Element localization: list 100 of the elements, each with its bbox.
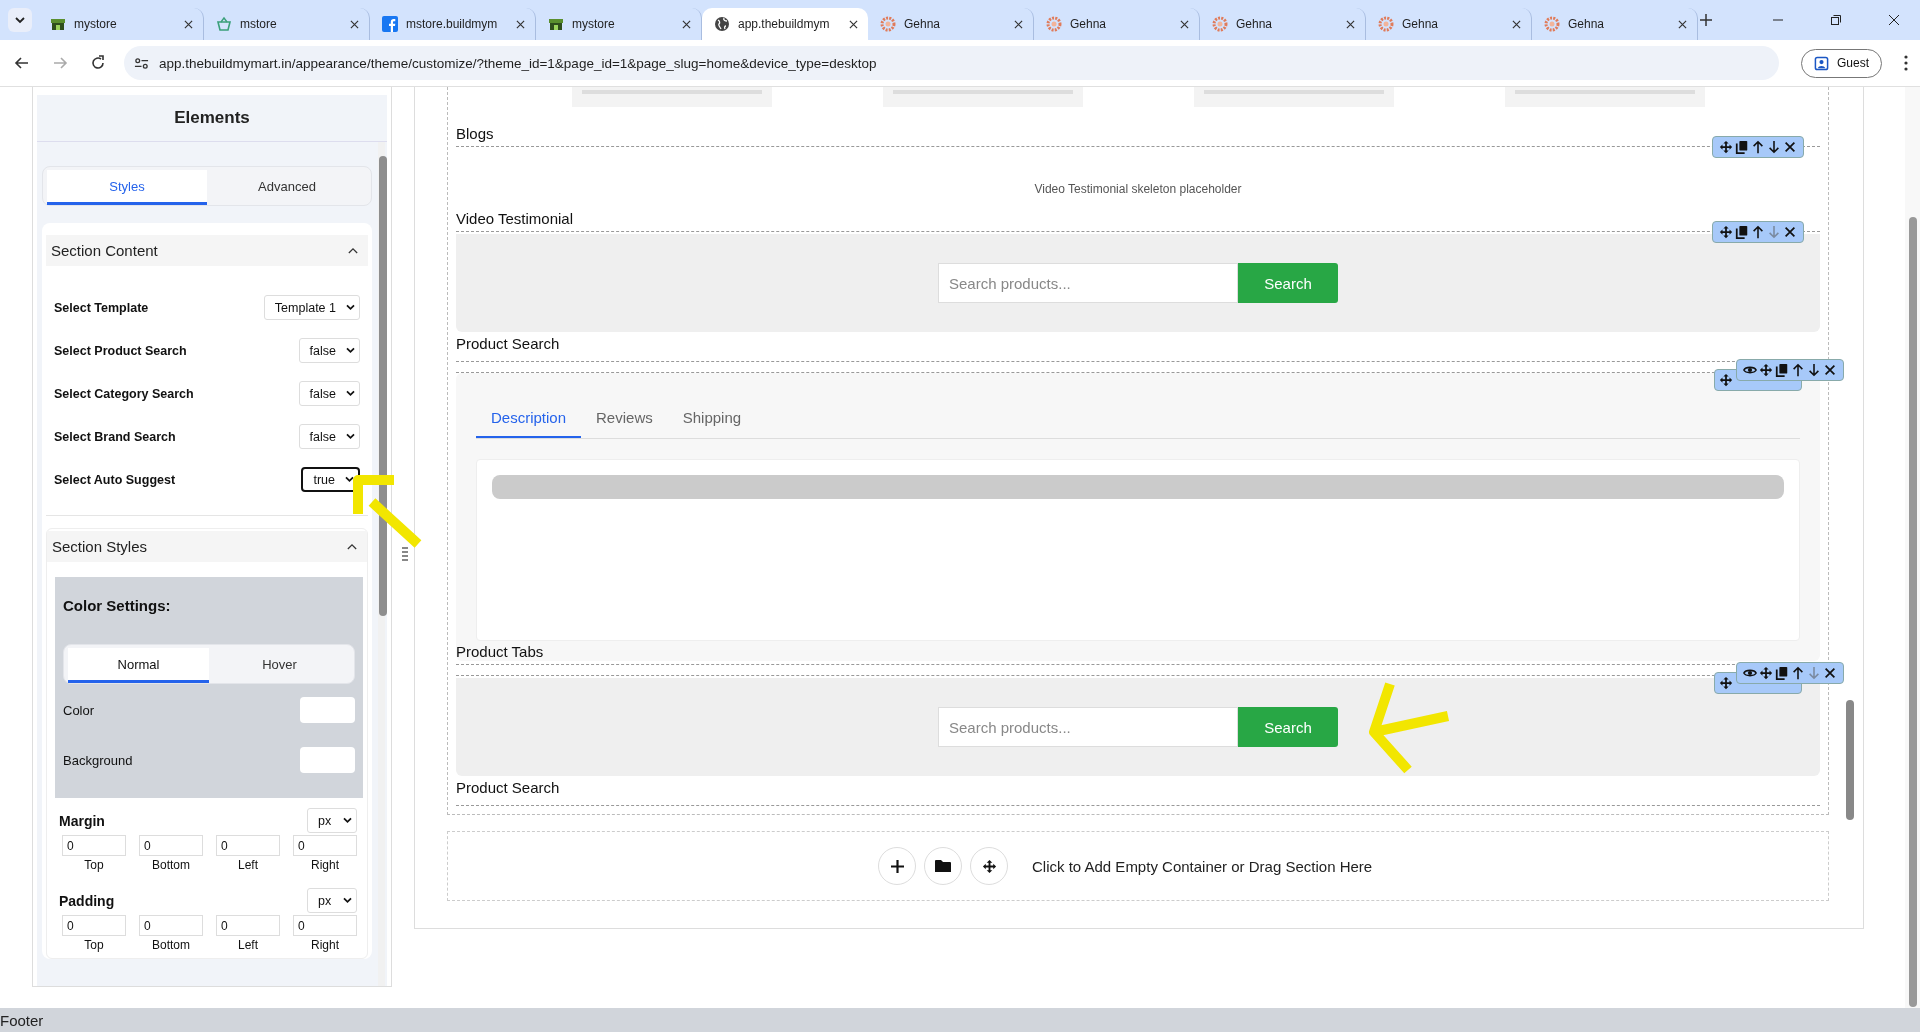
- field-label: Select Category Search: [54, 386, 194, 401]
- gear-icon: [1544, 16, 1560, 32]
- color-swatch[interactable]: [300, 747, 355, 773]
- product-tab[interactable]: Shipping: [667, 401, 757, 438]
- close-icon[interactable]: [1180, 19, 1189, 29]
- globe-icon: [714, 16, 730, 32]
- address-bar[interactable]: app.thebuildmymart.in/appearance/theme/customize/?theme_id=1&page_id=1&page_slug=home&device_type=desktop: [124, 46, 1779, 80]
- copy-icon[interactable]: [1775, 363, 1789, 377]
- select-dropdown[interactable]: false: [298, 381, 360, 406]
- input-field[interactable]: 0: [139, 835, 203, 856]
- arrow-down-icon[interactable]: [1767, 140, 1781, 154]
- scrollbar[interactable]: [378, 142, 385, 986]
- panel-tab[interactable]: Advanced: [207, 170, 367, 205]
- input-field[interactable]: 0: [62, 835, 126, 856]
- copy-icon[interactable]: [1735, 225, 1749, 239]
- section-header[interactable]: Section Content: [46, 235, 368, 266]
- close-icon[interactable]: [1014, 19, 1023, 29]
- close-icon[interactable]: [849, 19, 858, 29]
- browser-tab[interactable]: mystore: [38, 8, 204, 40]
- caret-icon: [14, 14, 26, 26]
- resize-handle[interactable]: [402, 547, 408, 561]
- move-icon[interactable]: [1719, 373, 1733, 387]
- field-label: Color: [63, 702, 95, 718]
- section-header[interactable]: Section Styles: [47, 531, 367, 562]
- back-icon[interactable]: [14, 55, 30, 71]
- close-icon[interactable]: [1823, 666, 1837, 680]
- field-label: Margin: [59, 812, 105, 829]
- move-icon[interactable]: [1759, 363, 1773, 377]
- move-icon[interactable]: [1719, 225, 1733, 239]
- section-label: Blogs: [456, 124, 495, 144]
- menu-icon[interactable]: [1904, 55, 1908, 71]
- search-field[interactable]: Search products...: [938, 263, 1238, 303]
- folder-button[interactable]: [924, 847, 962, 885]
- panel-tab[interactable]: Styles: [47, 170, 207, 205]
- side-label: Bottom: [152, 938, 190, 952]
- scrollbar[interactable]: [1905, 87, 1920, 1008]
- chevron-icon[interactable]: [348, 247, 358, 254]
- select-dropdown[interactable]: false: [298, 424, 360, 449]
- move-icon[interactable]: [1759, 666, 1773, 680]
- caret-icon: [346, 433, 355, 440]
- input-field[interactable]: 0: [139, 915, 203, 936]
- close-icon[interactable]: [1783, 225, 1797, 239]
- browser-tab[interactable]: Gehna: [1366, 8, 1532, 40]
- copy-icon[interactable]: [1735, 140, 1749, 154]
- close-icon[interactable]: [1888, 14, 1900, 26]
- copy-icon[interactable]: [1775, 666, 1789, 680]
- close-icon[interactable]: [1512, 19, 1521, 29]
- input-field[interactable]: 0: [293, 835, 357, 856]
- browser-tab[interactable]: app.thebuildmym: [702, 8, 868, 40]
- site-settings-icon[interactable]: [134, 55, 149, 71]
- move-icon[interactable]: [1719, 676, 1733, 690]
- browser-tab[interactable]: mstore.buildmym: [370, 8, 536, 40]
- close-icon[interactable]: [1783, 140, 1797, 154]
- close-icon[interactable]: [1678, 19, 1687, 29]
- reload-icon[interactable]: [90, 55, 106, 71]
- select-dropdown[interactable]: Template 1: [263, 295, 360, 320]
- side-label: Left: [238, 858, 258, 872]
- caret-icon: [345, 476, 354, 483]
- arrow-up-icon[interactable]: [1751, 140, 1765, 154]
- close-icon[interactable]: [350, 19, 359, 29]
- input-field[interactable]: 0: [216, 835, 280, 856]
- state-tab[interactable]: Hover: [209, 648, 350, 683]
- arrow-up-icon[interactable]: [1791, 666, 1805, 680]
- input-field[interactable]: 0: [293, 915, 357, 936]
- unit-select[interactable]: px: [307, 888, 357, 913]
- close-icon[interactable]: [516, 19, 525, 29]
- new-tab-icon[interactable]: [1700, 14, 1712, 26]
- unit-select[interactable]: px: [307, 808, 357, 833]
- browser-tab[interactable]: Gehna: [1532, 8, 1698, 40]
- add-button[interactable]: [878, 847, 916, 885]
- close-icon[interactable]: [1346, 19, 1355, 29]
- add-container-text[interactable]: Click to Add Empty Container or Drag Section Here: [1032, 857, 1373, 875]
- input-field[interactable]: 0: [216, 915, 280, 936]
- input-field[interactable]: 0: [62, 915, 126, 936]
- plus-icon: [890, 859, 904, 873]
- arrow-up-icon[interactable]: [1791, 363, 1805, 377]
- browser-tab[interactable]: Gehna: [868, 8, 1034, 40]
- product-tab[interactable]: Reviews: [581, 401, 668, 438]
- storefront-icon: [548, 16, 564, 32]
- close-icon[interactable]: [1823, 363, 1837, 377]
- browser-tab[interactable]: Gehna: [1034, 8, 1200, 40]
- state-tab[interactable]: Normal: [68, 648, 209, 683]
- arrow-up-icon[interactable]: [1751, 225, 1765, 239]
- product-tab[interactable]: Description: [476, 401, 582, 438]
- close-icon[interactable]: [184, 19, 193, 29]
- browser-tab[interactable]: mstore: [204, 8, 370, 40]
- arrow-down-icon[interactable]: [1807, 363, 1821, 377]
- color-swatch[interactable]: [300, 697, 355, 723]
- restore-icon[interactable]: [1830, 14, 1842, 26]
- select-dropdown[interactable]: false: [298, 338, 360, 363]
- chevron-icon[interactable]: [347, 543, 357, 550]
- color-settings-title: Color Settings:: [63, 597, 172, 614]
- search-field[interactable]: Search products...: [938, 707, 1238, 747]
- move-icon: [981, 858, 997, 874]
- browser-tab[interactable]: Gehna: [1200, 8, 1366, 40]
- drag-button[interactable]: [970, 847, 1008, 885]
- move-icon[interactable]: [1719, 140, 1733, 154]
- select-dropdown[interactable]: true: [301, 467, 360, 492]
- close-icon[interactable]: [682, 19, 691, 29]
- tab-list-button[interactable]: [8, 8, 32, 32]
